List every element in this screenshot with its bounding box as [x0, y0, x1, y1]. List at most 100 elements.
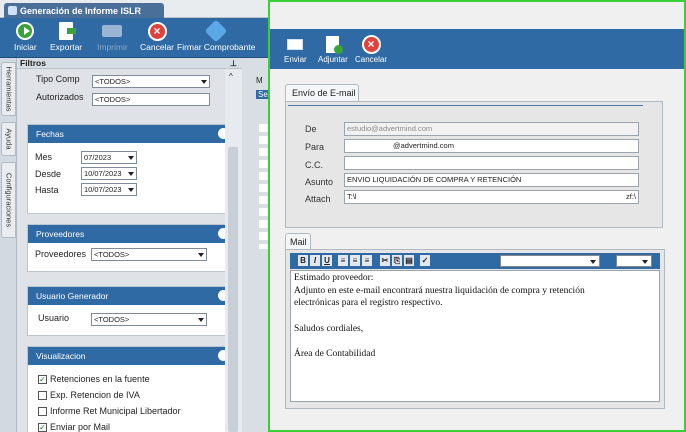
filtros-header: Filtros ⊥	[17, 58, 242, 69]
proveedores-header[interactable]: Proveedores	[28, 225, 225, 243]
enviar-por-mail-checkbox[interactable]: ✓ Enviar por Mail	[38, 422, 110, 432]
spellcheck-icon[interactable]: ✓	[420, 255, 430, 266]
asunto-field[interactable]: ENVIO LIQUIDACIÓN DE COMPRA Y RETENCIÓN	[344, 173, 639, 187]
firmar-comprobante-button[interactable]: Firmar Comprobante	[177, 19, 255, 52]
collapse-toggle-icon[interactable]	[218, 290, 225, 301]
usuario-label: Usuario	[38, 313, 70, 323]
retenciones-fuente-checkbox[interactable]: ✓ Retenciones en la fuente	[38, 374, 150, 384]
exportar-button[interactable]: Exportar	[50, 20, 82, 52]
mes-select[interactable]: 07/2023	[81, 151, 137, 164]
exp-retencion-iva-checkbox[interactable]: Exp. Retencion de IVA	[38, 390, 140, 400]
usuario-generador-header[interactable]: Usuario Generador	[28, 287, 225, 305]
cancelar-app-label: Cancelar	[140, 42, 175, 52]
tab-envio-email[interactable]: Envío de E-mail	[285, 84, 359, 102]
checkbox-checked-icon: ✓	[38, 422, 47, 432]
cc-field[interactable]	[344, 156, 639, 170]
enviar-label: Enviar	[284, 55, 307, 64]
tab-herramientas-label: Herramientas	[4, 66, 13, 112]
grid-header-fragment: M	[256, 76, 263, 85]
tipo-comp-value: <TODOS>	[95, 77, 131, 86]
tab-ayuda[interactable]: Ayuda	[1, 122, 16, 156]
imprimir-button[interactable]: Imprimir	[97, 20, 128, 52]
para-field[interactable]: @advertmind.com	[344, 139, 639, 153]
informe-ret-municipal-label: Informe Ret Municipal Libertador	[50, 406, 181, 416]
visualizacion-header[interactable]: Visualizacion	[28, 347, 225, 365]
adjuntar-label: Adjuntar	[318, 55, 348, 64]
visualizacion-title: Visualizacion	[36, 351, 86, 361]
collapse-toggle-icon[interactable]	[218, 128, 225, 139]
retenciones-fuente-label: Retenciones en la fuente	[50, 374, 150, 384]
hasta-value: 10/07/2023	[84, 185, 122, 194]
autorizados-value: <TODOS>	[95, 95, 131, 104]
document-tab[interactable]: Generación de Informe ISLR	[4, 3, 164, 18]
underline-button[interactable]: U	[322, 255, 332, 266]
cancelar-dialog-button[interactable]: × Cancelar	[355, 33, 387, 64]
chevron-down-icon	[128, 188, 134, 192]
proveedores-title: Proveedores	[36, 229, 85, 239]
fechas-group: Fechas Mes 07/2023 Desde 10/07/2023 Hast…	[27, 124, 225, 214]
scrollbar-thumb[interactable]	[228, 147, 238, 432]
checkbox-unchecked-icon	[38, 390, 47, 400]
attach-label: Attach	[305, 194, 331, 204]
iniciar-button[interactable]: Iniciar	[14, 20, 37, 52]
collapse-toggle-icon[interactable]	[218, 350, 225, 361]
italic-button[interactable]: I	[310, 255, 320, 266]
para-value: @advertmind.com	[393, 141, 454, 150]
divider	[288, 105, 643, 106]
desde-label: Desde	[35, 169, 62, 179]
chevron-down-icon	[128, 156, 134, 160]
tab-configuraciones-label: Configuraciones	[4, 172, 13, 228]
exportar-label: Exportar	[50, 42, 83, 52]
chevron-down-icon	[198, 318, 204, 322]
proveedores-select[interactable]: <TODOS>	[91, 248, 207, 261]
mail-body-editor[interactable]: Estimado proveedor: Adjunto en este e-ma…	[290, 270, 660, 402]
side-tab-strip: Herramientas Ayuda Configuraciones	[0, 58, 17, 432]
de-field[interactable]: estudio@advertmind.com	[344, 122, 639, 136]
hasta-date-picker[interactable]: 10/07/2023	[81, 183, 137, 196]
cc-label: C.C.	[305, 160, 323, 170]
font-name-select[interactable]	[500, 255, 600, 267]
adjuntar-button[interactable]: Adjuntar	[318, 33, 348, 64]
cancelar-app-button[interactable]: × Cancelar	[140, 20, 174, 52]
de-label: De	[305, 124, 317, 134]
tipo-comp-select[interactable]: <TODOS>	[92, 75, 210, 88]
attach-field[interactable]: T:\l zf:\	[344, 190, 639, 204]
pin-icon[interactable]: ⊥	[230, 58, 237, 69]
tab-mail[interactable]: Mail	[285, 233, 311, 250]
enviar-button[interactable]: Enviar	[284, 33, 307, 64]
cancel-icon: ×	[147, 21, 167, 41]
chevron-down-icon	[201, 80, 207, 84]
asunto-label: Asunto	[305, 177, 334, 187]
informe-ret-municipal-checkbox[interactable]: Informe Ret Municipal Libertador	[38, 406, 181, 416]
iniciar-label: Iniciar	[14, 42, 37, 52]
tab-configuraciones[interactable]: Configuraciones	[1, 162, 16, 238]
align-center-icon[interactable]: ≡	[350, 255, 360, 266]
scroll-up-icon[interactable]: ^	[229, 72, 233, 81]
mes-value: 07/2023	[84, 153, 112, 162]
usuario-select[interactable]: <TODOS>	[91, 313, 207, 326]
document-tab-title: Generación de Informe ISLR	[20, 5, 142, 16]
filtros-title: Filtros	[20, 58, 46, 68]
autorizados-label: Autorizados	[36, 92, 84, 102]
usuario-generador-group: Usuario Generador Usuario <TODOS>	[27, 286, 225, 336]
chevron-down-icon	[590, 260, 596, 264]
copy-icon[interactable]: ⎘	[392, 255, 402, 266]
align-right-icon[interactable]: ≡	[362, 255, 372, 266]
collapse-toggle-icon[interactable]	[218, 228, 225, 239]
align-left-icon[interactable]: ≡	[338, 255, 348, 266]
chevron-down-icon	[642, 260, 648, 264]
cut-icon[interactable]: ✂	[380, 255, 390, 266]
tab-herramientas[interactable]: Herramientas	[1, 62, 16, 116]
font-size-select[interactable]	[616, 255, 652, 267]
dialog-toolbar: Enviar Adjuntar × Cancelar	[270, 29, 684, 69]
desde-date-picker[interactable]: 10/07/2023	[81, 167, 137, 180]
bold-button[interactable]: B	[298, 255, 308, 266]
desde-value: 10/07/2023	[84, 169, 122, 178]
paste-icon[interactable]: ▤	[404, 255, 414, 266]
tab-ayuda-label: Ayuda	[4, 128, 13, 150]
filter-scrollbar[interactable]: ^	[225, 69, 242, 432]
fechas-header[interactable]: Fechas	[28, 125, 225, 143]
autorizados-select[interactable]: <TODOS>	[92, 93, 210, 106]
window-icon	[8, 6, 17, 15]
